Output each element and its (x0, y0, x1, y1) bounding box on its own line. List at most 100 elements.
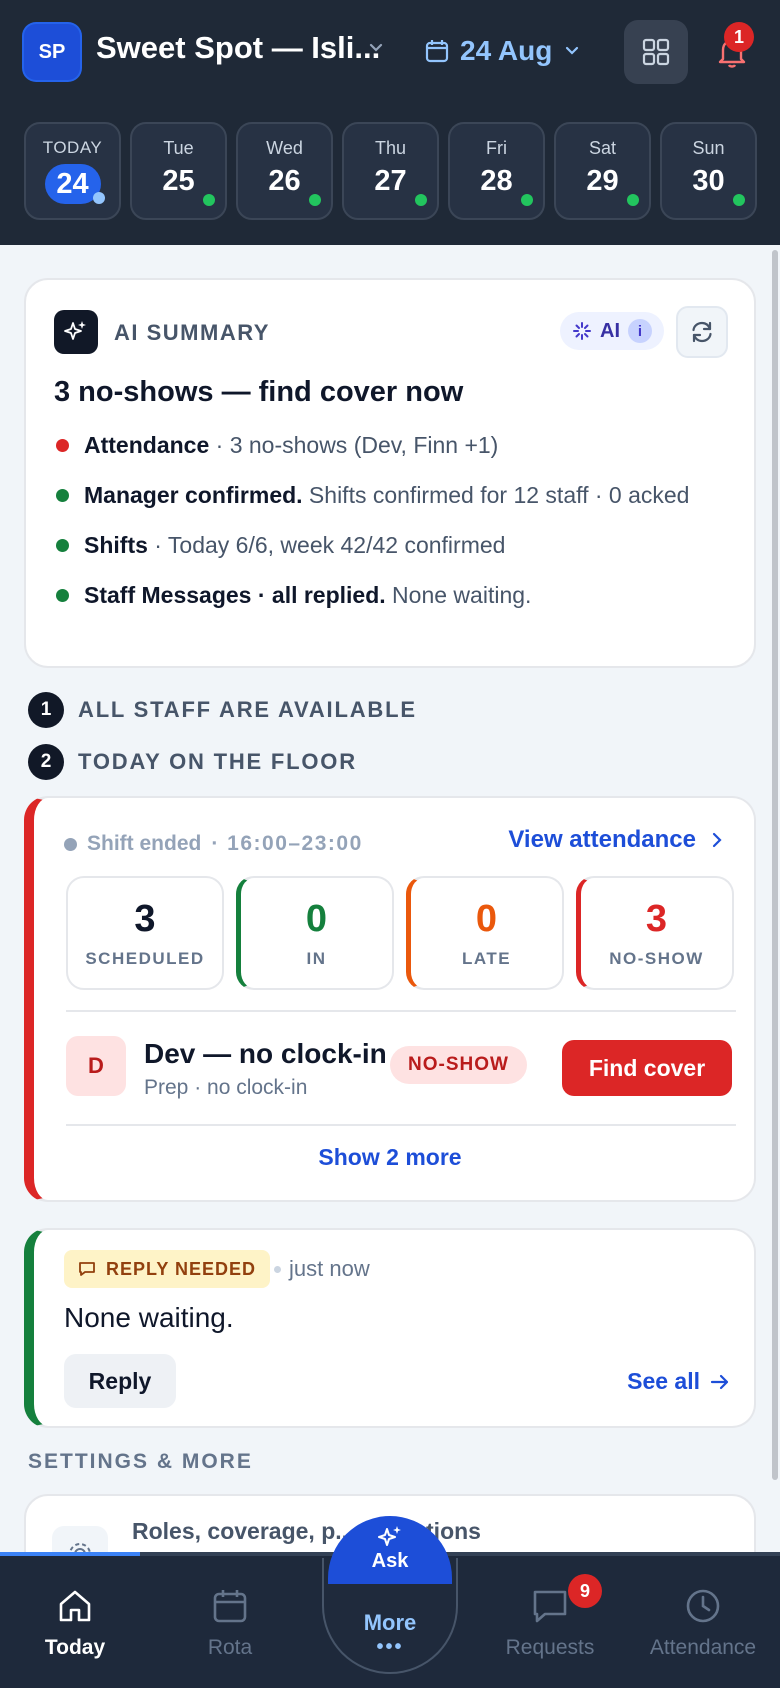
day-status-dot (415, 194, 427, 206)
status-badge: NO-SHOW (390, 1046, 527, 1084)
message-icon (533, 1590, 567, 1623)
shift-status: Shift ended · 16:00–23:00 (64, 832, 363, 856)
staff-name: Dev — no clock-in (144, 1038, 387, 1069)
day-name: Wed (266, 138, 303, 158)
refresh-button[interactable] (676, 306, 728, 358)
shift-time: · 16:00–23:00 (211, 832, 363, 855)
chevron-down-icon[interactable] (366, 38, 386, 58)
settings-section-title: SETTINGS & MORE (28, 1450, 253, 1473)
bullet-title: Shifts (84, 532, 148, 558)
apps-grid-button[interactable] (624, 20, 688, 84)
clock-icon (686, 1589, 720, 1623)
status-dot (56, 539, 69, 552)
nav-label: More (363, 1610, 417, 1635)
arrow-right-icon (710, 1374, 729, 1389)
summary-bullet: Staff Messages · all replied. None waiti… (54, 578, 714, 612)
sparkle-icon (54, 310, 98, 354)
bullet-text: · Today 6/6, week 42/42 confirmed (147, 532, 506, 558)
day-date: 25 (162, 165, 195, 197)
refresh-icon (692, 321, 712, 343)
notification-count-badge: 1 (724, 22, 754, 52)
reply-needed-card: REPLY NEEDED just now None waiting. Repl… (24, 1228, 756, 1428)
summary-bullet: Attendance · 3 no-shows (Dev, Finn +1) (54, 428, 714, 462)
summary-bullet: Manager confirmed. Shifts confirmed for … (54, 478, 714, 512)
reply-message: None waiting. (64, 1302, 234, 1333)
nav-today[interactable]: Today (0, 1586, 150, 1660)
stat-label: SCHEDULED (85, 948, 205, 968)
nav-attendance[interactable]: Attendance (628, 1586, 778, 1660)
ai-summary-card: AI SUMMARY AI i 3 no-shows — find cover … (24, 278, 756, 668)
staff-role: Prep · no clock-in (144, 1076, 308, 1099)
nav-label: Attendance (649, 1636, 757, 1659)
day-name: Thu (374, 138, 407, 158)
attendance-stats: 3 SCHEDULED 0 IN 0 LATE 3 NO-SHOW (66, 876, 734, 990)
chevron-right-icon (712, 832, 722, 848)
day-status-dot (733, 194, 745, 206)
show-more-link[interactable]: Show 2 more (34, 1144, 746, 1171)
status-dot (56, 439, 69, 452)
bullet-title: Attendance (84, 432, 210, 458)
day-status-dot (627, 194, 639, 206)
day-status-dot (203, 194, 215, 206)
day-status-dot (309, 194, 321, 206)
day-chip[interactable]: Fri 28 (448, 122, 545, 220)
stat-scheduled[interactable]: 3 SCHEDULED (66, 876, 224, 990)
day-chip[interactable]: Thu 27 (342, 122, 439, 220)
day-chip[interactable]: Tue 25 (130, 122, 227, 220)
status-dot (56, 489, 69, 502)
nav-rota[interactable]: Rota (155, 1586, 305, 1660)
message-icon (79, 1262, 95, 1276)
stat-in[interactable]: 0 IN (236, 876, 394, 990)
calendar-icon (213, 1590, 247, 1623)
info-icon: i (628, 319, 652, 343)
reply-needed-badge: REPLY NEEDED (64, 1250, 271, 1288)
nav-label: Rota (207, 1636, 253, 1659)
week-day-strip: TODAY 24 Tue 25 Wed 26 Thu 27 Fri 28 Sat 29 Su… (24, 122, 757, 220)
section-today-floor: 2 TODAY ON THE FLOOR (28, 744, 357, 780)
ai-summary-bullets: Attendance · 3 no-shows (Dev, Finn +1) M… (54, 428, 714, 628)
stat-late[interactable]: 0 LATE (406, 876, 564, 990)
day-status-dot (521, 194, 533, 206)
section-title: ALL STAFF ARE AVAILABLE (78, 697, 417, 722)
date-picker[interactable]: 24 Aug (424, 28, 582, 74)
nav-requests[interactable]: Requests (475, 1586, 625, 1660)
stat-label: LATE (461, 948, 512, 968)
see-all-link[interactable]: See all (627, 1368, 730, 1395)
app-header: SP Sweet Spot — Isli... 24 Aug 1 TODAY 24… (0, 0, 780, 245)
see-all-label: See all (627, 1368, 700, 1394)
ai-info-pill[interactable]: AI i (560, 312, 664, 350)
find-cover-button[interactable]: Find cover (562, 1040, 732, 1096)
reply-timestamp: just now (274, 1256, 370, 1282)
day-date: 28 (480, 165, 513, 197)
ai-headline: 3 no-shows — find cover now (54, 376, 464, 408)
bullet-text: None waiting. (385, 582, 532, 608)
reply-button[interactable]: Reply (64, 1354, 176, 1408)
day-chip[interactable]: Sat 29 (554, 122, 651, 220)
step-number-badge: 1 (28, 692, 64, 728)
reply-needed-label: REPLY NEEDED (106, 1258, 257, 1279)
day-date: 26 (268, 165, 301, 197)
day-chip[interactable]: Sun 30 (660, 122, 757, 220)
ai-summary-label: AI SUMMARY (114, 320, 270, 345)
venue-name[interactable]: Sweet Spot — Isli... (96, 30, 380, 66)
view-attendance-label: View attendance (508, 826, 696, 853)
avatar: D (66, 1036, 126, 1096)
venue-avatar[interactable]: SP (24, 24, 80, 80)
stat-value: 0 (475, 897, 498, 940)
requests-count-badge: 9 (568, 1574, 602, 1608)
stat-value: 0 (305, 897, 328, 940)
day-chip-today[interactable]: TODAY 24 (24, 122, 121, 220)
sparkle-icon (378, 1526, 401, 1546)
view-attendance-link[interactable]: View attendance (508, 826, 724, 854)
calendar-icon (425, 40, 449, 63)
grid-icon (642, 38, 670, 66)
stat-label: IN (306, 948, 327, 968)
scrollbar[interactable] (772, 250, 778, 1480)
stat-no-show[interactable]: 3 NO-SHOW (576, 876, 734, 990)
stat-value: 3 (134, 897, 156, 940)
day-chip[interactable]: Wed 26 (236, 122, 333, 220)
nav-label: Today (44, 1636, 106, 1659)
day-name: TODAY (42, 138, 103, 157)
section-title: TODAY ON THE FLOOR (78, 749, 357, 774)
day-status-dot (93, 192, 105, 204)
